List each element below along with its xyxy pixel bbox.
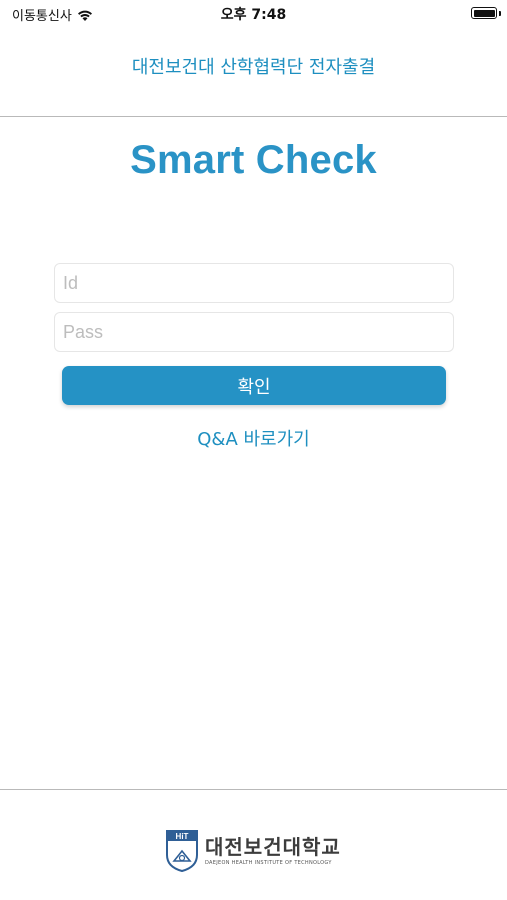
logo-badge-text: HiT xyxy=(176,832,189,841)
header-divider xyxy=(0,116,507,117)
status-time: 오후 7:48 xyxy=(220,7,287,23)
nav-title: 대전보건대 산학협력단 전자출결 xyxy=(131,57,376,78)
footer-divider xyxy=(0,789,507,790)
battery-icon xyxy=(471,7,497,19)
app-title: Smart Check xyxy=(130,138,377,182)
password-input[interactable] xyxy=(54,312,454,352)
logo-subtitle: DAEJEON HEALTH INSTITUTE OF TECHNOLOGY xyxy=(205,860,332,866)
confirm-button[interactable]: 확인 xyxy=(62,366,446,405)
logo-name: 대전보건대학교 xyxy=(205,835,341,859)
status-bar: 이동통신사 오후 7:48 xyxy=(0,0,507,28)
id-input[interactable] xyxy=(54,263,454,303)
battery-cap xyxy=(499,11,501,16)
login-screen: 이동통신사 오후 7:48 대전보건대 산학협력단 전자출결 Smart Che… xyxy=(0,0,507,900)
university-logo: HiT 대전보건대학교 DAEJEON HEALTH INSTITUTE OF … xyxy=(165,827,347,875)
shield-emblem-icon: HiT xyxy=(166,830,198,873)
qa-link[interactable]: Q&A 바로가기 xyxy=(0,425,507,451)
